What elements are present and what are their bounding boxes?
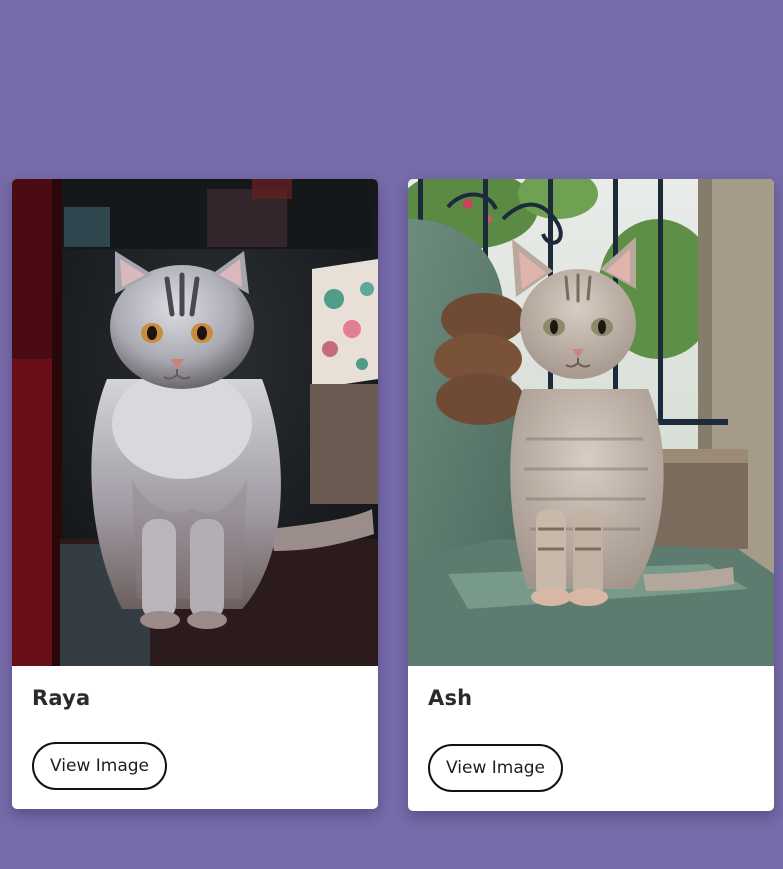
cat-photo-raya-image: [12, 179, 378, 666]
cat-name: Raya: [32, 686, 91, 710]
cat-photo-raya: [12, 179, 378, 666]
view-image-button[interactable]: View Image: [428, 744, 563, 792]
page-background: Raya View Image Ash View Image: [0, 0, 783, 869]
cat-name: Ash: [428, 686, 473, 710]
cat-card-raya: Raya View Image: [12, 179, 378, 809]
view-image-button[interactable]: View Image: [32, 742, 167, 790]
cat-photo-ash-image: [408, 179, 774, 666]
cat-card-ash: Ash View Image: [408, 179, 774, 811]
cat-photo-ash: [408, 179, 774, 666]
cat-card-raya-body: Raya View Image: [12, 666, 378, 809]
cat-card-ash-body: Ash View Image: [408, 666, 774, 809]
